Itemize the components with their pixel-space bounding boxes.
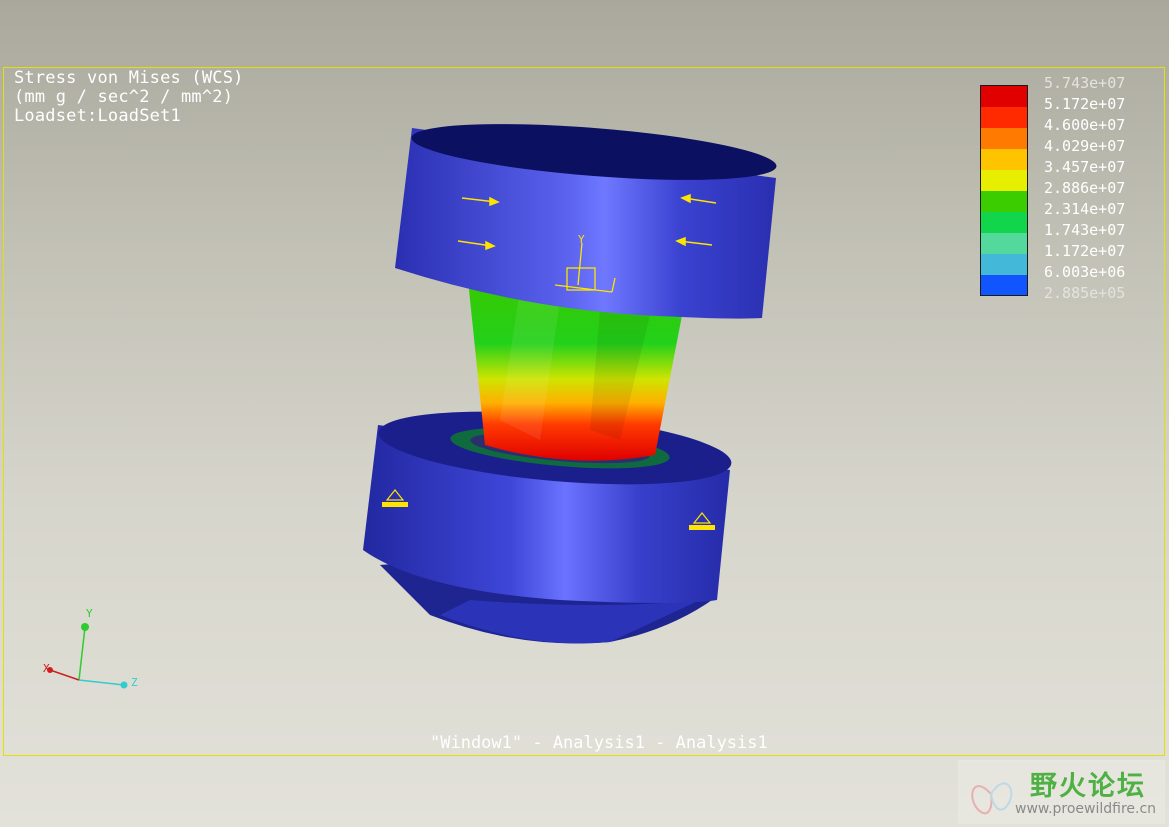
axis-triad bbox=[47, 623, 128, 689]
legend-frame bbox=[980, 85, 1028, 296]
triad-x-label: X bbox=[43, 662, 50, 675]
watermark-logo-icon bbox=[971, 782, 1013, 815]
triad-z-label: Z bbox=[131, 676, 138, 689]
window-caption: "Window1" - Analysis1 - Analysis1 bbox=[430, 733, 768, 753]
csys-y-label: Y bbox=[578, 233, 585, 246]
legend-label: 5.172e+07 bbox=[1044, 95, 1126, 113]
legend-label: 5.743e+07 bbox=[1044, 74, 1126, 92]
watermark-url: www.proewildfire.cn bbox=[1015, 801, 1157, 817]
legend-label: 3.457e+07 bbox=[1044, 158, 1126, 176]
legend-label: 4.600e+07 bbox=[1044, 116, 1126, 134]
triad-y-label: Y bbox=[86, 607, 93, 620]
fringe-legend bbox=[980, 85, 1028, 296]
legend-label: 2.885e+05 bbox=[1044, 284, 1126, 302]
legend-label: 1.743e+07 bbox=[1044, 221, 1126, 239]
legend-label: 2.886e+07 bbox=[1044, 179, 1126, 197]
legend-label: 1.172e+07 bbox=[1044, 242, 1126, 260]
watermark-title: 野火论坛 bbox=[1030, 771, 1146, 802]
legend-label: 2.314e+07 bbox=[1044, 200, 1126, 218]
legend-label: 4.029e+07 bbox=[1044, 137, 1126, 155]
upper-cylinder bbox=[395, 124, 777, 319]
legend-label: 6.003e+06 bbox=[1044, 263, 1126, 281]
